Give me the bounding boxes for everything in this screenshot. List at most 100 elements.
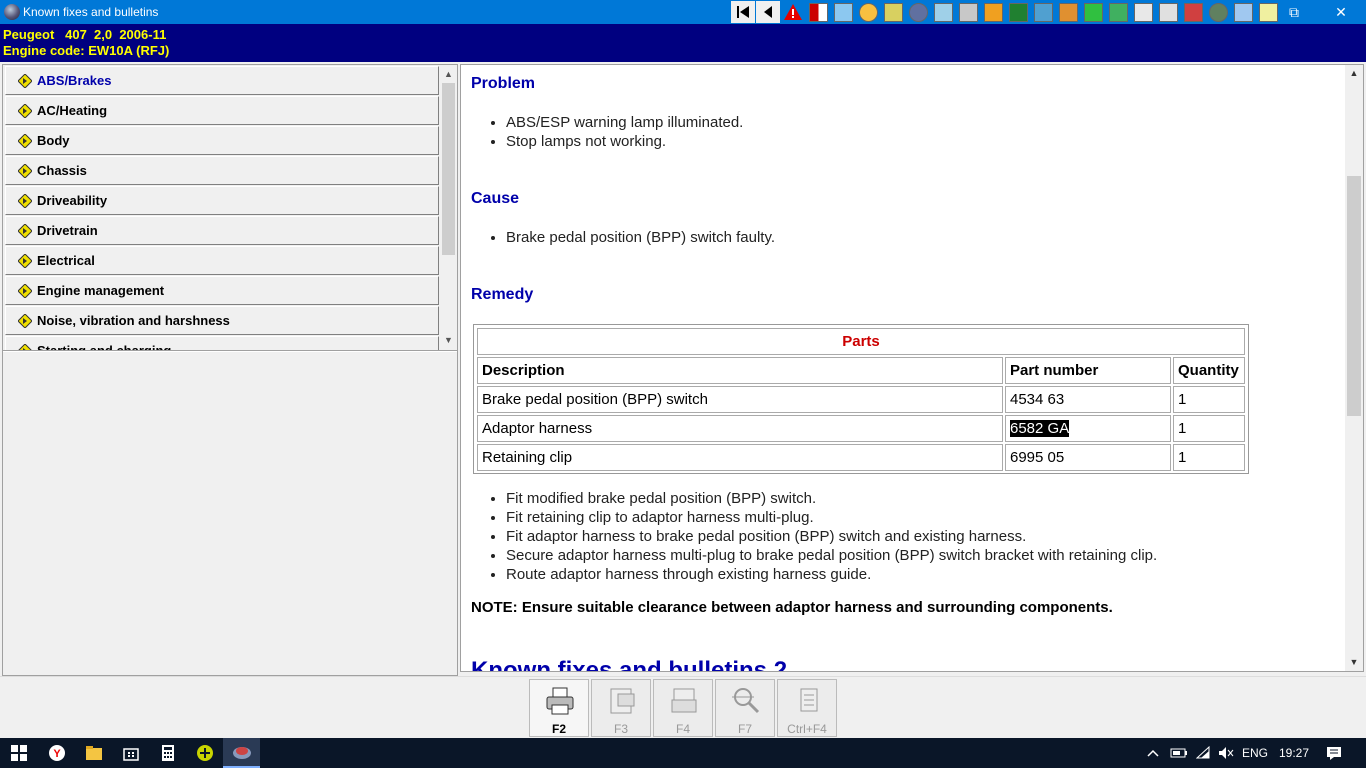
volume-muted-icon[interactable] bbox=[1215, 738, 1237, 768]
part-description: Adaptor harness bbox=[477, 415, 1003, 442]
tool-icon-6[interactable] bbox=[931, 1, 955, 23]
tree-scroll-thumb[interactable] bbox=[442, 83, 455, 255]
f7-button[interactable]: F7 bbox=[715, 679, 775, 737]
show-hidden-icons-icon[interactable] bbox=[1143, 738, 1163, 768]
notifications-icon[interactable] bbox=[1320, 738, 1348, 768]
tool-icon-14[interactable] bbox=[1131, 1, 1155, 23]
content-scroll-thumb[interactable] bbox=[1347, 176, 1361, 416]
tree-item[interactable]: Chassis bbox=[5, 156, 439, 185]
tree-item[interactable]: Drivetrain bbox=[5, 216, 439, 245]
tool-icon-5[interactable] bbox=[906, 1, 930, 23]
f3-button[interactable]: F3 bbox=[591, 679, 651, 737]
tree-item[interactable]: Body bbox=[5, 126, 439, 155]
language-indicator[interactable]: ENG bbox=[1238, 738, 1272, 768]
restore-button[interactable]: ⧉ bbox=[1271, 0, 1317, 24]
remedy-heading: Remedy bbox=[471, 286, 534, 303]
tool-icon-8[interactable] bbox=[981, 1, 1005, 23]
diamond-arrow-icon bbox=[18, 194, 32, 208]
content-scroll-up-icon[interactable]: ▲ bbox=[1345, 65, 1363, 82]
tool-icon-4[interactable] bbox=[881, 1, 905, 23]
part-number-cell[interactable]: 6582 GA bbox=[1005, 415, 1171, 442]
tool-icon-2[interactable] bbox=[831, 1, 855, 23]
print-preview-icon bbox=[610, 688, 635, 714]
autodata-app-icon[interactable] bbox=[223, 738, 260, 768]
tool-icon-13[interactable] bbox=[1106, 1, 1130, 23]
tree-item[interactable]: Driveability bbox=[5, 186, 439, 215]
close-button[interactable]: ✕ bbox=[1318, 0, 1364, 24]
part-number-selected[interactable]: 6582 GA bbox=[1010, 420, 1070, 437]
pane-divider bbox=[3, 350, 457, 352]
tree-item-label: Electrical bbox=[37, 253, 95, 268]
f7-label: F7 bbox=[737, 722, 752, 736]
tree-scrollbar[interactable]: ▲ ▼ bbox=[440, 66, 457, 349]
tool-icon-12[interactable] bbox=[1081, 1, 1105, 23]
tree-item-label: Starting and charging bbox=[37, 343, 171, 350]
tool-icon-17[interactable] bbox=[1206, 1, 1230, 23]
network-icon[interactable] bbox=[1193, 738, 1215, 768]
ctrl-f4-label: Ctrl+F4 bbox=[787, 722, 827, 736]
tool-icon-1[interactable] bbox=[806, 1, 830, 23]
tree-item[interactable]: Starting and charging bbox=[5, 336, 439, 350]
list-item: Fit retaining clip to adaptor harness mu… bbox=[506, 508, 1157, 527]
tree-item-label: Body bbox=[37, 133, 70, 148]
tool-icon-18[interactable] bbox=[1231, 1, 1255, 23]
tool-icon-9[interactable] bbox=[1006, 1, 1030, 23]
diamond-arrow-icon bbox=[18, 74, 32, 88]
battery-icon[interactable] bbox=[1168, 738, 1190, 768]
tree-item[interactable]: ABS/Brakes bbox=[5, 66, 439, 95]
tree-item[interactable]: Electrical bbox=[5, 246, 439, 275]
tree-scroll-down-icon[interactable]: ▼ bbox=[440, 332, 457, 349]
toolbar bbox=[731, 0, 1280, 24]
parts-table-title: Parts bbox=[477, 328, 1245, 355]
next-bulletin-heading: Known fixes and bulletins 2 bbox=[471, 657, 788, 672]
tree-item-label: Drivetrain bbox=[37, 223, 98, 238]
first-page-icon[interactable] bbox=[731, 1, 755, 23]
problem-list: ABS/ESP warning lamp illuminated.Stop la… bbox=[506, 113, 743, 151]
app-icon bbox=[4, 4, 20, 20]
part-number[interactable]: 4534 63 bbox=[1005, 386, 1171, 413]
print-icon bbox=[546, 687, 574, 715]
f3-label: F3 bbox=[613, 722, 628, 736]
diamond-arrow-icon bbox=[18, 284, 32, 298]
calculator-icon[interactable] bbox=[149, 738, 186, 768]
tool-icon-3[interactable] bbox=[856, 1, 880, 23]
copy-page-icon bbox=[800, 688, 818, 712]
tool-icon-7[interactable] bbox=[956, 1, 980, 23]
cause-heading: Cause bbox=[471, 190, 520, 207]
tree-item-label: Driveability bbox=[37, 193, 108, 208]
category-tree: ABS/Brakes AC/Heating Body Chassis Driveabil… bbox=[5, 66, 439, 350]
green-app-icon[interactable] bbox=[186, 738, 223, 768]
f2-print-button[interactable]: F2 bbox=[529, 679, 589, 737]
table-row: Retaining clip 6995 05 1 bbox=[477, 444, 1245, 471]
windows-start-icon[interactable] bbox=[0, 738, 37, 768]
tree-item[interactable]: Noise, vibration and harshness bbox=[5, 306, 439, 335]
f4-button[interactable]: F4 bbox=[653, 679, 713, 737]
part-description: Retaining clip bbox=[477, 444, 1003, 471]
store-icon[interactable] bbox=[112, 738, 149, 768]
file-explorer-icon[interactable] bbox=[75, 738, 112, 768]
part-number[interactable]: 6995 05 bbox=[1005, 444, 1171, 471]
tree-scroll-up-icon[interactable]: ▲ bbox=[440, 66, 457, 83]
tool-icon-16[interactable] bbox=[1181, 1, 1205, 23]
tool-icon-11[interactable] bbox=[1056, 1, 1080, 23]
table-row: Brake pedal position (BPP) switch 4534 6… bbox=[477, 386, 1245, 413]
ctrl-f4-button[interactable]: Ctrl+F4 bbox=[777, 679, 837, 737]
part-quantity: 1 bbox=[1173, 415, 1245, 442]
warning-icon[interactable] bbox=[781, 1, 805, 23]
zoom-icon bbox=[732, 688, 760, 714]
list-item: Fit modified brake pedal position (BPP) … bbox=[506, 489, 1157, 508]
tool-icon-15[interactable] bbox=[1156, 1, 1180, 23]
tree-item[interactable]: Engine management bbox=[5, 276, 439, 305]
function-key-bar: F2 F3 F4 F7 Ctrl+F4 bbox=[0, 676, 1366, 738]
clock[interactable]: 19:27 bbox=[1276, 738, 1312, 768]
window-title: Known fixes and bulletins bbox=[23, 5, 159, 19]
part-quantity: 1 bbox=[1173, 444, 1245, 471]
content-scroll-down-icon[interactable]: ▼ bbox=[1345, 654, 1363, 671]
tool-icon-10[interactable] bbox=[1031, 1, 1055, 23]
tree-item[interactable]: AC/Heating bbox=[5, 96, 439, 125]
title-bar: Known fixes and bulletins ⧉ ✕ bbox=[0, 0, 1366, 24]
cause-list: Brake pedal position (BPP) switch faulty… bbox=[506, 228, 775, 247]
yandex-browser-icon[interactable]: Y bbox=[38, 738, 75, 768]
previous-page-icon[interactable] bbox=[756, 1, 780, 23]
content-scrollbar[interactable]: ▲ ▼ bbox=[1345, 65, 1363, 671]
